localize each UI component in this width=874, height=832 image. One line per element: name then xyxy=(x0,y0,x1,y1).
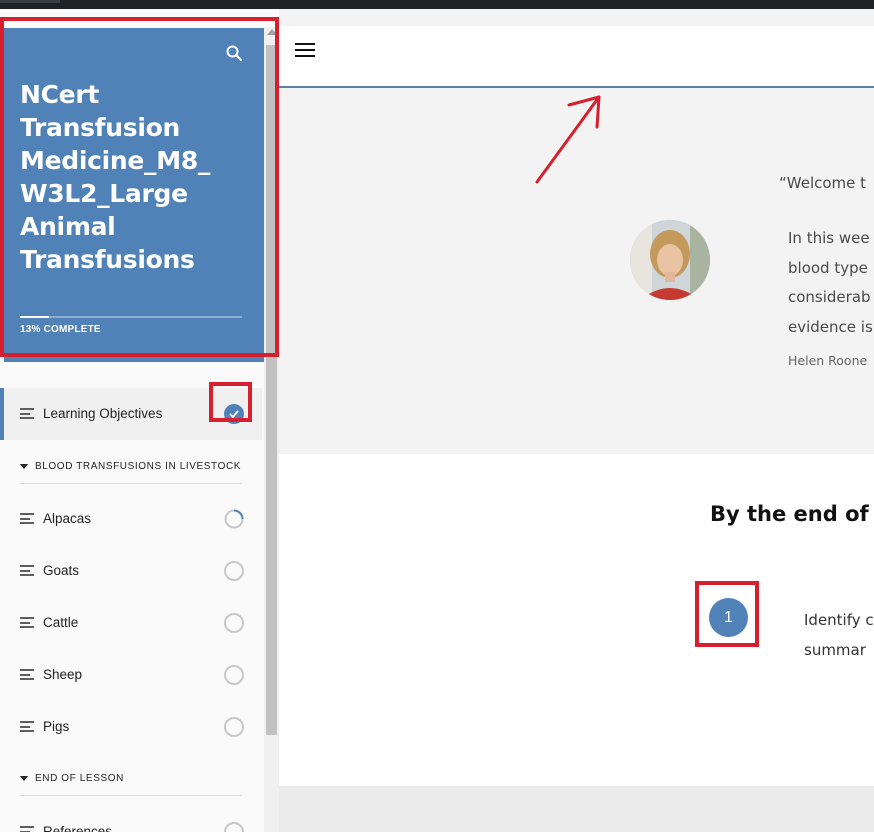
quote-opening: “Welcome t xyxy=(779,174,867,192)
lesson-item-alpacas[interactable]: Alpacas xyxy=(0,493,262,545)
lesson-label: Alpacas xyxy=(43,511,92,526)
lesson-lines-icon xyxy=(20,513,34,524)
quote-line: In this wee xyxy=(788,229,870,247)
caret-down-icon xyxy=(20,464,28,469)
caret-down-icon xyxy=(20,776,28,781)
quote-author: Helen Roone xyxy=(788,353,868,368)
lesson-label: Cattle xyxy=(43,615,79,630)
learning-objectives-section: By the end of 1 Identify c summar xyxy=(279,454,874,786)
objectives-heading: By the end of xyxy=(710,502,869,526)
quote-line: blood type xyxy=(788,258,868,277)
section-header-end-of-lesson[interactable]: END OF LESSON xyxy=(20,766,242,796)
author-avatar xyxy=(630,220,710,300)
section-title: BLOOD TRANSFUSIONS IN LIVESTOCK xyxy=(35,461,242,472)
annotation-arrow xyxy=(535,95,601,184)
lesson-label: Pigs xyxy=(43,719,70,734)
lesson-item-references[interactable]: References xyxy=(0,806,262,832)
lesson-item-goats[interactable]: Goats xyxy=(0,545,262,597)
lesson-label: Sheep xyxy=(43,667,83,682)
not-started-status-icon xyxy=(224,613,244,633)
lesson-toolbar xyxy=(279,26,874,88)
lesson-item-sheep[interactable]: Sheep xyxy=(0,649,262,701)
annotation-box-number-badge xyxy=(695,581,759,647)
lesson-label: References xyxy=(43,824,113,832)
lesson-lines-icon xyxy=(20,617,34,628)
lesson-item-cattle[interactable]: Cattle xyxy=(0,597,262,649)
lesson-lines-icon xyxy=(20,669,34,680)
lesson-lines-icon xyxy=(20,826,34,832)
lesson-lines-icon xyxy=(20,565,34,576)
lesson-lines-icon xyxy=(20,408,34,419)
author-photo xyxy=(630,220,710,300)
objective-text-line: Identify c xyxy=(804,611,874,629)
lesson-label: Goats xyxy=(43,563,80,578)
browser-top-bar xyxy=(0,0,874,9)
not-started-status-icon xyxy=(224,561,244,581)
hamburger-menu-icon[interactable] xyxy=(295,43,315,59)
not-started-status-icon xyxy=(224,717,244,737)
in-progress-status-icon xyxy=(224,509,244,529)
quote-line: considerab xyxy=(788,288,871,306)
not-started-status-icon xyxy=(224,665,244,685)
section-title: END OF LESSON xyxy=(35,773,124,784)
section-header-livestock[interactable]: BLOOD TRANSFUSIONS IN LIVESTOCK xyxy=(20,454,242,484)
annotation-box-course-header xyxy=(0,17,279,357)
lesson-item-pigs[interactable]: Pigs xyxy=(0,701,262,753)
annotation-box-complete-check xyxy=(209,382,252,422)
not-started-status-icon xyxy=(224,822,244,832)
browser-tab[interactable] xyxy=(0,0,60,3)
quote-line: evidence is xyxy=(788,317,873,336)
objective-text: Identify c summar xyxy=(804,605,874,665)
objective-text-line: summar xyxy=(804,641,866,659)
lesson-content: “Welcome t In this wee blood type consid… xyxy=(279,9,874,832)
lesson-label: Learning Objectives xyxy=(43,406,163,421)
quote-body: In this wee blood type considerab eviden… xyxy=(788,224,874,342)
lesson-lines-icon xyxy=(20,721,34,732)
content-footer-band xyxy=(279,786,874,832)
